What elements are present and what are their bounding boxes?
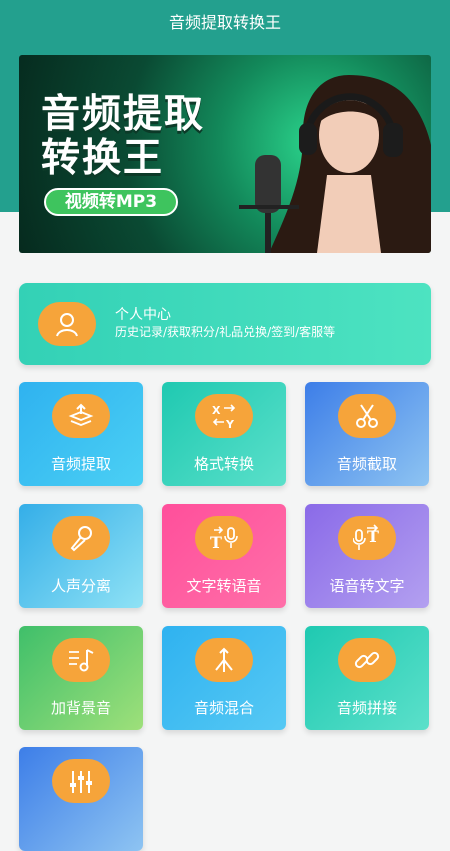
tile-label: 音频混合 (193, 699, 254, 717)
promo-banner[interactable]: 音频提取 转换王 视频转MP3 (19, 55, 431, 253)
tile-audio-cut[interactable]: 音频截取 (305, 382, 429, 486)
tile-add-background-music[interactable]: 加背景音 (19, 626, 143, 730)
tile-format-convert[interactable]: X Y 格式转换 (162, 382, 286, 486)
tile-text-to-speech[interactable]: T 文字转语音 (162, 504, 286, 608)
profile-title: 个人中心 (115, 307, 171, 323)
svg-text:Y: Y (225, 418, 235, 430)
banner-illustration (199, 55, 431, 253)
music-note-icon (52, 638, 110, 682)
link-icon (338, 638, 396, 682)
microphone-icon (52, 516, 110, 560)
svg-text:T: T (367, 527, 379, 546)
scissors-icon (338, 394, 396, 438)
tile-audio-mix[interactable]: 音频混合 (162, 626, 286, 730)
tile-speech-to-text[interactable]: T 语音转文字 (305, 504, 429, 608)
banner-title: 音频提取 转换王 (41, 93, 205, 181)
tile-label: 文字转语音 (186, 577, 262, 595)
tile-label: 加背景音 (50, 699, 111, 717)
tile-audio-extract[interactable]: 音频提取 (19, 382, 143, 486)
format-convert-icon: X Y (195, 394, 253, 438)
tile-label: 音频拼接 (336, 699, 397, 717)
svg-text:T: T (210, 533, 222, 552)
tile-vocal-separation[interactable]: 人声分离 (19, 504, 143, 608)
audio-extract-icon (52, 394, 110, 438)
tile-audio-equalizer[interactable] (19, 747, 143, 851)
tile-audio-join[interactable]: 音频拼接 (305, 626, 429, 730)
banner-title-line-2: 转换王 (41, 136, 165, 181)
tile-label: 音频提取 (50, 455, 111, 473)
equalizer-icon (52, 759, 110, 803)
merge-arrows-icon (195, 638, 253, 682)
user-icon (38, 302, 96, 346)
text-to-speech-icon: T (195, 516, 253, 560)
banner-title-line-1: 音频提取 (41, 92, 206, 137)
tile-label: 格式转换 (193, 455, 254, 473)
page-title: 音频提取转换王 (168, 13, 281, 32)
profile-center-card[interactable]: 个人中心 历史记录/获取积分/礼品兑换/签到/客服等 (19, 283, 431, 365)
tile-label: 音频截取 (336, 455, 397, 473)
tile-label: 人声分离 (50, 577, 111, 595)
svg-text:X: X (212, 404, 221, 417)
profile-subtitle: 历史记录/获取积分/礼品兑换/签到/客服等 (115, 325, 336, 339)
speech-to-text-icon: T (338, 516, 396, 560)
tile-label: 语音转文字 (329, 577, 405, 595)
banner-badge: 视频转MP3 (44, 188, 178, 216)
